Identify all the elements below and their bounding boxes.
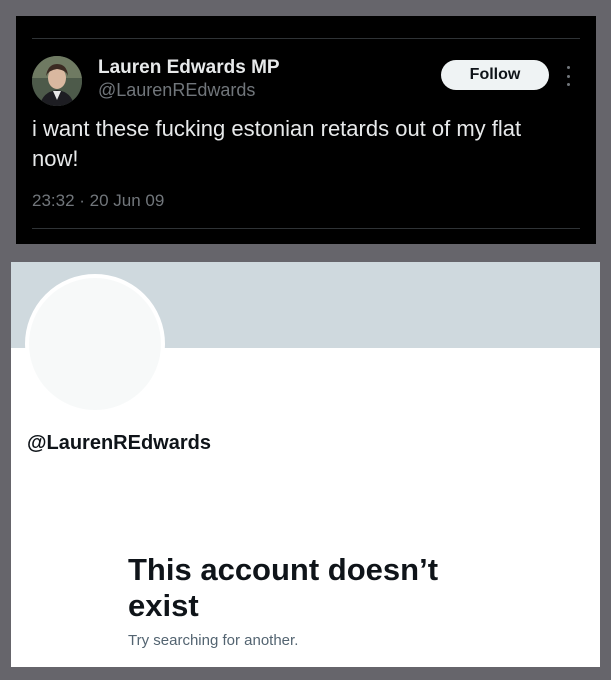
- author-avatar[interactable]: [32, 56, 82, 106]
- divider: [32, 228, 580, 229]
- tweet-text: i want these fucking estonian retards ou…: [32, 116, 522, 171]
- tweet-card: Lauren Edwards MP @LaurenREdwards Follow…: [16, 16, 596, 244]
- user-photo-avatar-icon: [32, 56, 82, 106]
- empty-state-title: This account doesn’t exist: [128, 552, 439, 623]
- author-handle[interactable]: @LaurenREdwards: [98, 80, 255, 101]
- more-vertical-icon[interactable]: [565, 66, 571, 86]
- divider: [32, 38, 580, 39]
- follow-button[interactable]: Follow: [441, 60, 549, 90]
- profile-avatar-placeholder: [25, 274, 165, 414]
- empty-state-subtitle: Try searching for another.: [128, 632, 299, 649]
- author-display-name[interactable]: Lauren Edwards MP: [98, 57, 280, 79]
- profile-card: @LaurenREdwards This account doesn’t exi…: [11, 262, 600, 667]
- profile-handle: @LaurenREdwards: [27, 432, 211, 454]
- tweet-timestamp[interactable]: 23:32 · 20 Jun 09: [32, 191, 164, 211]
